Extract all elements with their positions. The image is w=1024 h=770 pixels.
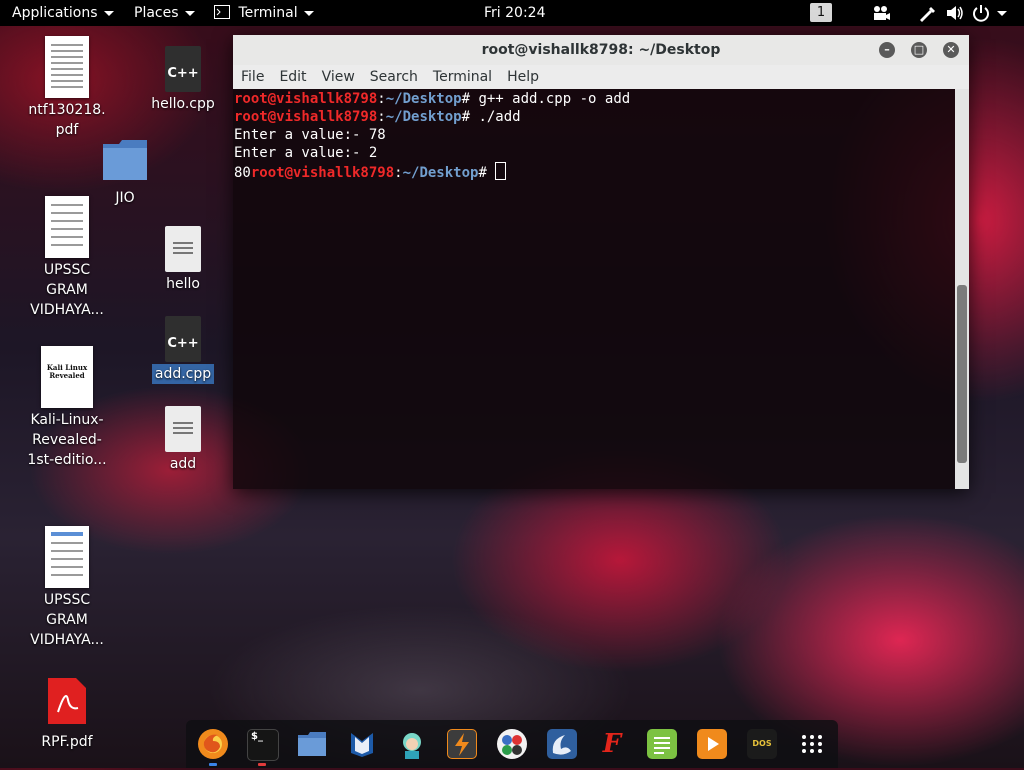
top-panel: Applications Places Terminal Fri 20:24 1 (0, 0, 1024, 26)
desktop-icon-ntf130218-pdf[interactable]: ntf130218. pdf (27, 36, 107, 140)
menu-help[interactable]: Help (507, 69, 539, 85)
pdf-thumbnail-icon (45, 36, 89, 98)
camera-icon[interactable] (872, 4, 890, 22)
workspace-indicator[interactable]: 1 (810, 3, 832, 22)
leafpad-icon[interactable] (647, 729, 677, 759)
menu-file[interactable]: File (241, 69, 264, 85)
desktop-icon-kali-linux-revealed[interactable]: Kali Linux Revealed Kali-Linux-Revealed-… (27, 346, 107, 470)
desktop-icon-hello-cpp[interactable]: C++ hello.cpp (143, 46, 223, 114)
running-indicator (258, 763, 266, 766)
desktop-icon-upssc-1[interactable]: UPSSC GRAM VIDHAYA... (27, 196, 107, 320)
desktop-icon-rpf-pdf[interactable]: RPF.pdf (27, 678, 107, 752)
desktop-icon-upssc-2[interactable]: UPSSC GRAM VIDHAYA... (27, 526, 107, 650)
pdf-file-icon (48, 678, 86, 724)
text-file-icon (165, 406, 201, 452)
text-cursor (495, 162, 507, 180)
metasploit-icon[interactable] (347, 729, 377, 759)
close-button[interactable]: ✕ (943, 42, 959, 58)
chevron-down-icon (303, 10, 314, 16)
menu-terminal[interactable]: Terminal (433, 69, 492, 85)
pdf-thumbnail-icon (45, 526, 89, 588)
scrollbar-thumb[interactable] (957, 285, 967, 463)
running-indicator (209, 763, 217, 766)
terminal-window[interactable]: root@vishallk8798: ~/Desktop – □ ✕ File E… (233, 35, 969, 489)
media-player-icon[interactable] (697, 729, 727, 759)
window-titlebar[interactable]: root@vishallk8798: ~/Desktop – □ ✕ (233, 35, 969, 65)
armitage-icon[interactable] (397, 729, 427, 759)
power-icon[interactable] (972, 4, 990, 22)
menu-view[interactable]: View (322, 69, 355, 85)
burpsuite-icon[interactable] (447, 729, 477, 759)
maximize-button[interactable]: □ (911, 42, 927, 58)
terminal-line: root@vishallk8798:~/Desktop# ./add (234, 109, 521, 125)
terminal-output[interactable]: root@vishallk8798:~/Desktop# g++ add.cpp… (233, 89, 955, 489)
places-menu[interactable]: Places (134, 0, 195, 26)
book-cover-icon: Kali Linux Revealed (41, 346, 93, 408)
menu-edit[interactable]: Edit (279, 69, 306, 85)
chevron-down-icon (184, 10, 195, 16)
chevron-down-icon (103, 10, 114, 16)
wireshark-icon[interactable] (547, 729, 577, 759)
pen-icon[interactable] (918, 4, 936, 22)
desktop-icon-add[interactable]: add (143, 406, 223, 474)
dock: $_ F DOS (186, 720, 838, 768)
text-file-icon (165, 226, 201, 272)
cpp-file-icon: C++ (165, 316, 201, 362)
terminal-line: 80root@vishallk8798:~/Desktop# (234, 162, 954, 182)
volume-icon[interactable] (946, 4, 964, 22)
terminal-line: root@vishallk8798:~/Desktop# g++ add.cpp… (234, 91, 631, 107)
clock[interactable]: Fri 20:24 (484, 0, 545, 26)
terminal-icon (214, 5, 230, 19)
folder-icon (103, 140, 147, 180)
menu-search[interactable]: Search (370, 69, 418, 85)
chevron-down-icon[interactable] (997, 11, 1007, 16)
firefox-icon[interactable] (198, 729, 228, 759)
maltego-icon[interactable] (497, 729, 527, 759)
terminal-line: Enter a value:- 78 (234, 127, 386, 143)
faraday-icon[interactable]: F (597, 729, 627, 759)
app-menu-terminal[interactable]: Terminal (214, 0, 314, 26)
pdf-thumbnail-icon (45, 196, 89, 258)
minimize-button[interactable]: – (879, 42, 895, 58)
dosbox-icon[interactable]: DOS (747, 729, 777, 759)
app-grid-icon[interactable] (797, 729, 827, 759)
terminal-line: Enter a value:- 2 (234, 145, 378, 161)
cpp-file-icon: C++ (165, 46, 201, 92)
desktop-icon-hello[interactable]: hello (143, 226, 223, 294)
applications-menu[interactable]: Applications (12, 0, 114, 26)
files-icon[interactable] (297, 729, 327, 759)
terminal-menubar: File Edit View Search Terminal Help (233, 65, 969, 89)
terminal-scrollbar[interactable] (955, 89, 969, 489)
window-title: root@vishallk8798: ~/Desktop (481, 42, 721, 58)
terminal-icon[interactable]: $_ (247, 729, 279, 761)
desktop-icon-add-cpp[interactable]: C++ add.cpp (143, 316, 223, 384)
